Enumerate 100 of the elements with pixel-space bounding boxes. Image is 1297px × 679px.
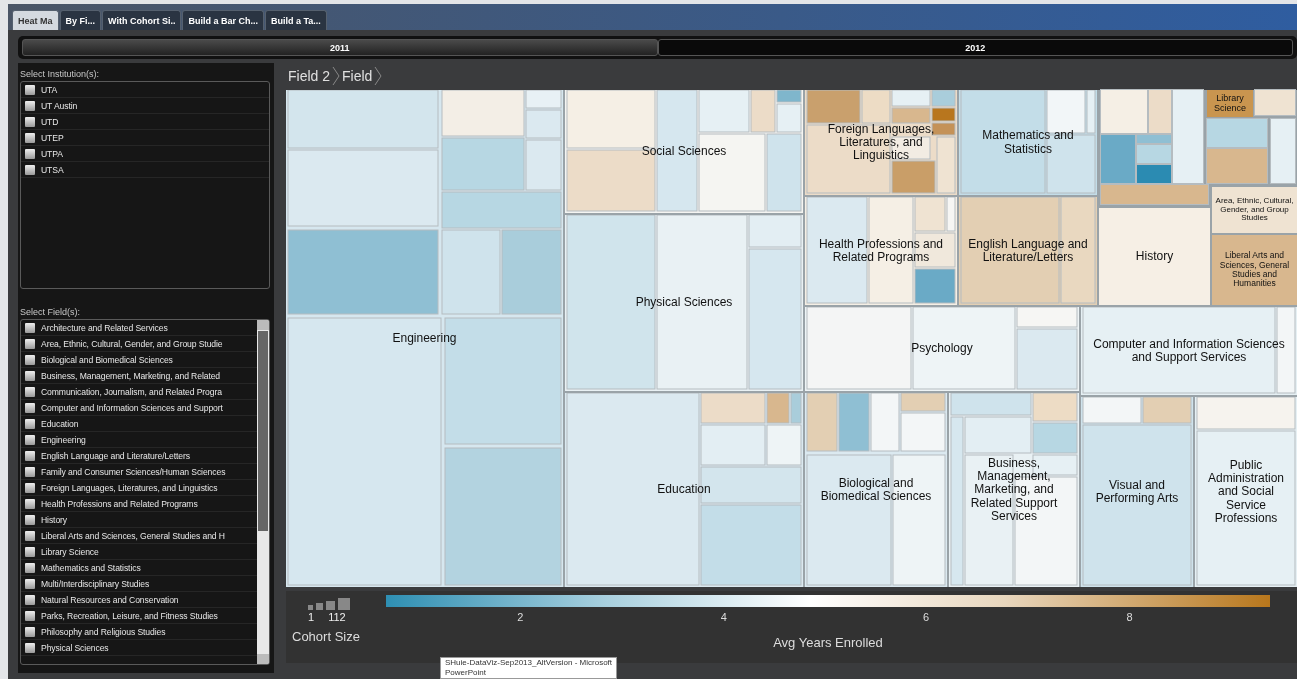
treemap-tile[interactable] [1101,90,1147,133]
tab[interactable]: By Fi... [59,10,102,30]
treemap-group[interactable]: Physical Sciences [565,215,803,391]
treemap-tile[interactable] [1101,135,1135,183]
list-item[interactable]: Philosophy and Religious Studies [21,624,257,640]
list-item[interactable]: Computer and Information Sciences and Support [21,400,257,416]
treemap-group[interactable]: Business, Management, Marketing, and Related Support Services [949,393,1079,587]
treemap-group[interactable]: Area, Ethnic, Cultural, Gender, and Group Studies [1212,187,1297,233]
treemap-tile[interactable] [1207,149,1267,183]
treemap-group[interactable]: Computer and Information Sciences and Support Services [1081,307,1297,395]
treemap-group[interactable]: Visual and Performing Arts [1081,397,1193,587]
list-item[interactable]: Communication, Journalism, and Related Progra [21,384,257,400]
list-item[interactable]: UTPA [21,146,269,162]
treemap-group[interactable]: History [1099,208,1210,305]
list-item[interactable]: UTEP [21,130,269,146]
checkbox[interactable] [25,546,35,557]
treemap-group[interactable]: Foreign Languages, Literatures, and Linguistics [805,90,957,195]
tab[interactable]: With Cohort Si.. [102,10,182,30]
treemap-tile[interactable] [1101,185,1208,204]
treemap-group[interactable]: Mathematics and Statistics [959,90,1097,195]
treemap-group[interactable]: Engineering [286,90,563,587]
checkbox[interactable] [25,132,35,143]
list-item[interactable]: Foreign Languages, Literatures, and Linguistics [21,480,257,496]
checkbox[interactable] [25,450,35,461]
treemap-group[interactable]: Social Sciences [565,90,803,213]
list-item[interactable]: Library Science [21,544,257,560]
treemap-tile[interactable] [1137,135,1171,143]
treemap-label: Mathematics and Statistics [981,129,1075,156]
checkbox[interactable] [25,338,35,349]
checkbox[interactable] [25,498,35,509]
checkbox[interactable] [25,642,35,653]
checkbox[interactable] [25,594,35,605]
checkbox[interactable] [25,148,35,159]
checkbox[interactable] [25,354,35,365]
list-item[interactable]: UTA [21,82,269,98]
scrollbar[interactable] [257,320,269,664]
list-item[interactable]: Mathematics and Statistics [21,560,257,576]
treemap-tile[interactable] [1137,165,1171,183]
checkbox[interactable] [25,610,35,621]
treemap-tile[interactable] [1137,145,1171,163]
treemap-tile[interactable] [1255,90,1295,115]
legend-title: Avg Years Enrolled [773,635,883,650]
list-item[interactable]: Education [21,416,257,432]
legend-tick: 6 [923,611,930,623]
list-item[interactable]: UTD [21,114,269,130]
list-item[interactable]: Architecture and Related Services [21,320,257,336]
treemap-group[interactable]: Liberal Arts and Sciences, General Studies and Humanities [1212,235,1297,305]
treemap-tile[interactable] [1149,90,1171,133]
checkbox[interactable] [25,100,35,111]
list-item[interactable]: Family and Consumer Sciences/Human Sciences [21,464,257,480]
list-item[interactable]: Parks, Recreation, Leisure, and Fitness Studies [21,608,257,624]
list-item[interactable]: UT Austin [21,98,269,114]
treemap-tile[interactable] [1271,119,1295,183]
checkbox[interactable] [25,514,35,525]
year-segment[interactable]: 2012 [657,39,1293,56]
breadcrumb-item[interactable]: Field 2 [288,68,331,84]
checkbox[interactable] [25,562,35,573]
list-item[interactable]: Area, Ethnic, Cultural, Gender, and Group Studie [21,336,257,352]
tab[interactable]: Heat Ma [12,10,59,30]
checkbox[interactable] [25,84,35,95]
list-item[interactable]: UTSA [21,162,269,178]
treemap-group[interactable]: English Language and Literature/Letters [959,197,1097,305]
list-item[interactable]: History [21,512,257,528]
checkbox[interactable] [25,578,35,589]
treemap-label: Education [657,483,711,497]
checkbox[interactable] [25,626,35,637]
treemap-group[interactable]: Biological and Biomedical Sciences [805,393,947,587]
list-item[interactable]: Biological and Biomedical Sciences [21,352,257,368]
checkbox[interactable] [25,530,35,541]
year-segment[interactable]: 2011 [22,39,658,56]
list-item[interactable]: Physical Sciences [21,640,257,656]
list-item[interactable]: Liberal Arts and Sciences, General Studies and H [21,528,257,544]
checkbox[interactable] [25,466,35,477]
treemap-label: Psychology [911,342,973,356]
checkbox[interactable] [25,402,35,413]
treemap-group[interactable]: Education [565,393,803,587]
list-item[interactable]: Business, Management, Marketing, and Related [21,368,257,384]
checkbox[interactable] [25,386,35,397]
checkbox[interactable] [25,482,35,493]
tab[interactable]: Build a Ta... [264,10,327,30]
checkbox[interactable] [25,434,35,445]
treemap-tile[interactable] [1207,119,1267,147]
list-item[interactable]: English Language and Literature/Letters [21,448,257,464]
checkbox[interactable] [25,164,35,175]
treemap-group[interactable]: Public Administration and Social Service Professions [1195,397,1297,587]
treemap-group[interactable]: Health Professions and Related Programs [805,197,957,305]
checkbox[interactable] [25,116,35,127]
checkbox[interactable] [25,418,35,429]
list-item[interactable]: Multi/Interdisciplinary Studies [21,576,257,592]
checkbox[interactable] [25,322,35,333]
treemap-group[interactable]: Psychology [805,307,1079,391]
treemap-group[interactable]: Library Science [1207,90,1253,117]
breadcrumb-item[interactable]: Field [342,68,373,84]
list-item[interactable]: Natural Resources and Conservation [21,592,257,608]
list-item[interactable]: Health Professions and Related Programs [21,496,257,512]
checkbox[interactable] [25,370,35,381]
tab[interactable]: Build a Bar Ch... [182,10,264,30]
treemap-tile[interactable] [1173,90,1203,183]
treemap-label: Visual and Performing Arts [1094,478,1180,506]
list-item[interactable]: Engineering [21,432,257,448]
